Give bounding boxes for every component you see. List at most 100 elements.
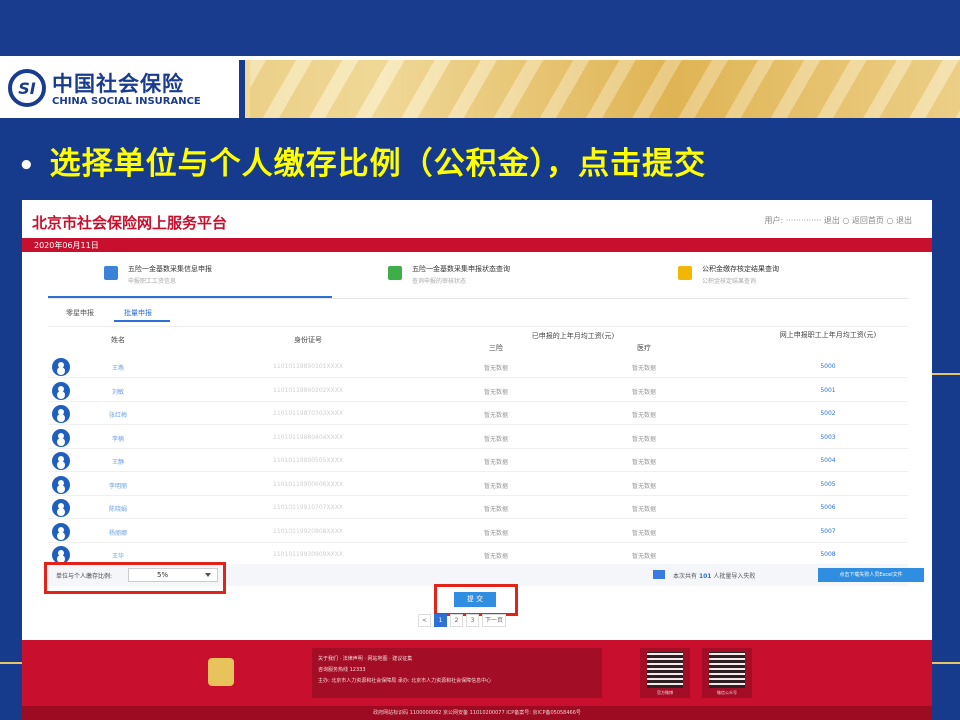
cell-name[interactable]: 李楠 [88,434,148,443]
step-sub: 查询申报的审核状态 [412,278,467,285]
slide-top-strip [0,0,960,56]
bullet-icon: • [18,151,36,181]
summary-count: 101 [698,573,712,580]
step-2[interactable]: 五险一金基数采集申报状态查询 查询申报的审核状态 [388,264,510,285]
cell-name[interactable]: 张红梅 [88,410,148,419]
cell-name[interactable]: 王静 [88,457,148,466]
step-title: 五险一金基数采集申报状态查询 [412,265,510,273]
step-divider [48,298,908,299]
step-active-indicator [48,296,332,298]
page-2[interactable]: 2 [450,614,463,627]
cell-medical: 暂无数据 [631,365,656,372]
cell-wage: 5000 [820,363,836,370]
download-failed-button[interactable]: 点击下载失败人员Excel文件 [818,568,924,582]
cell-three-insurance: 暂无数据 [483,459,508,466]
cell-medical: 暂无数据 [631,435,656,443]
cell-name[interactable]: 李明丽 [88,481,148,490]
page-prev[interactable]: < [418,614,431,627]
col-name: 姓名 [111,336,125,344]
cell-name[interactable]: 陈晓娟 [88,504,148,513]
right-gold-line [932,373,960,375]
cell-wage: 5004 [820,457,836,464]
table-row: 张红梅 11010119870303XXXX 暂无数据 暂无数据 5002 [48,402,908,425]
cell-id: 11010119850101XXXX [273,363,343,370]
cell-id: 11010119900606XXXX [273,480,343,488]
col-wage: 网上申报职工上年月均工资(元) [779,331,877,339]
cell-medical: 暂无数据 [631,412,656,419]
cell-wage: 5003 [820,433,836,441]
qr-code-icon [647,652,683,688]
step-3[interactable]: 公积金缴存核定结果查询 公积金核定结果查询 [678,264,779,285]
footer-hotline: 咨询服务热线 12333 [318,667,366,673]
tab-batch[interactable]: 批量申报 [124,308,152,318]
cell-medical: 暂无数据 [631,553,656,560]
cell-id: 11010119860202XXXX [273,386,343,394]
cell-medical: 暂无数据 [631,506,656,513]
user-bar[interactable]: 用户: ·············· 退出 ○ 返回首页 ○ 退出 [764,215,912,226]
site-title: 北京市社会保险网上服务平台 [32,214,228,232]
cell-wage: 5002 [820,410,836,417]
table-row: 陈晓娟 11010119910707XXXX 暂无数据 暂无数据 5006 [48,496,908,519]
si-logo-icon: SI [8,69,46,107]
step-1[interactable]: 五险一金基数采集信息申报 申报职工工资信息 [104,264,212,285]
table-row: 王燕 11010119850101XXXX 暂无数据 暂无数据 5000 [48,355,908,378]
tab-single[interactable]: 零星申报 [66,308,94,318]
footer-nav[interactable]: 关于我们 · 法律声明 · 网站地图 · 建议征集 [318,654,596,665]
logo-english: CHINA SOCIAL INSURANCE [52,96,201,107]
col-three-insurance: 三险 [489,344,503,352]
table-row: 王静 11010119890505XXXX 暂无数据 暂无数据 5004 [48,449,908,472]
cell-name[interactable]: 杨丽娜 [88,528,148,537]
cell-three-insurance: 暂无数据 [483,553,508,560]
cell-id: 11010119880404XXXX [273,433,343,441]
cell-three-insurance: 暂无数据 [483,365,508,372]
status-icon [388,266,402,280]
page-1[interactable]: 1 [434,614,447,627]
table-row: 李明丽 11010119900606XXXX 暂无数据 暂无数据 5005 [48,473,908,496]
employee-table: 姓名 身份证号 已申报的上年月均工资(元) 三险 医疗 网上申报职工上年月均工资… [48,326,908,566]
headline-text: 选择单位与个人缴存比例（公积金），点击提交 [49,146,707,182]
site-footer: 关于我们 · 法律声明 · 网站地图 · 建议征集 咨询服务热线 12333 主… [22,640,932,706]
embedded-screenshot: 北京市社会保险网上服务平台 用户: ·············· 退出 ○ 返回… [22,200,932,720]
user-avatar-icon [52,499,70,517]
cell-three-insurance: 暂无数据 [483,529,508,537]
ratio-highlight [44,562,226,594]
cell-id: 11010119910707XXXX [273,504,343,511]
user-avatar-icon [52,475,70,494]
cell-three-insurance: 暂无数据 [483,482,508,490]
table-row: 杨丽娜 11010119920808XXXX 暂无数据 暂无数据 5007 [48,520,908,543]
col-medical: 医疗 [637,344,651,352]
page-3[interactable]: 3 [466,614,479,627]
col-id: 身份证号 [294,336,322,344]
cell-name[interactable]: 刘敏 [88,387,148,396]
declare-icon [104,266,118,280]
logo-chinese: 中国社会保险 [52,72,184,96]
user-avatar-icon [52,405,70,423]
footer-links: 关于我们 · 法律声明 · 网站地图 · 建议征集 咨询服务热线 12333 主… [312,648,602,698]
user-avatar-icon [52,452,70,470]
cell-three-insurance: 暂无数据 [483,412,508,419]
page-next[interactable]: 下一页 [482,614,507,627]
tab-underline [114,320,170,322]
qr-caption: 官方微博 [657,690,673,695]
banner-pattern [250,60,960,118]
cell-medical: 暂无数据 [631,529,656,537]
emblem-icon [208,658,234,686]
user-avatar-icon [52,358,70,376]
right-gold-line-bottom [932,662,960,664]
slide-headline: • 选择单位与个人缴存比例（公积金），点击提交 [18,138,706,183]
step-sub: 公积金核定结果查询 [702,278,757,285]
footer-host: 主办: 北京市人力资源和社会保障局 承办: 北京市人力资源和社会保障信息中心 [318,678,492,684]
col-group: 已申报的上年月均工资(元) [531,332,615,340]
cell-name[interactable]: 王燕 [88,363,148,372]
cell-id: 11010119890505XXXX [273,457,343,464]
pagination: < 1 2 3 下一页 [418,614,507,627]
import-summary: 本次共有 101 人批量导入失败 [673,571,755,580]
logo: SI 中国社会保险 CHINA SOCIAL INSURANCE [0,60,245,118]
cell-medical: 暂无数据 [631,459,656,466]
table-row: 李楠 11010119880404XXXX 暂无数据 暂无数据 5003 [48,426,908,449]
cell-id: 11010119870303XXXX [273,410,343,417]
cell-id: 11010119920808XXXX [273,527,343,535]
cell-name[interactable]: 王华 [88,551,148,560]
cell-wage: 5006 [820,504,836,511]
cell-wage: 5005 [820,480,836,488]
